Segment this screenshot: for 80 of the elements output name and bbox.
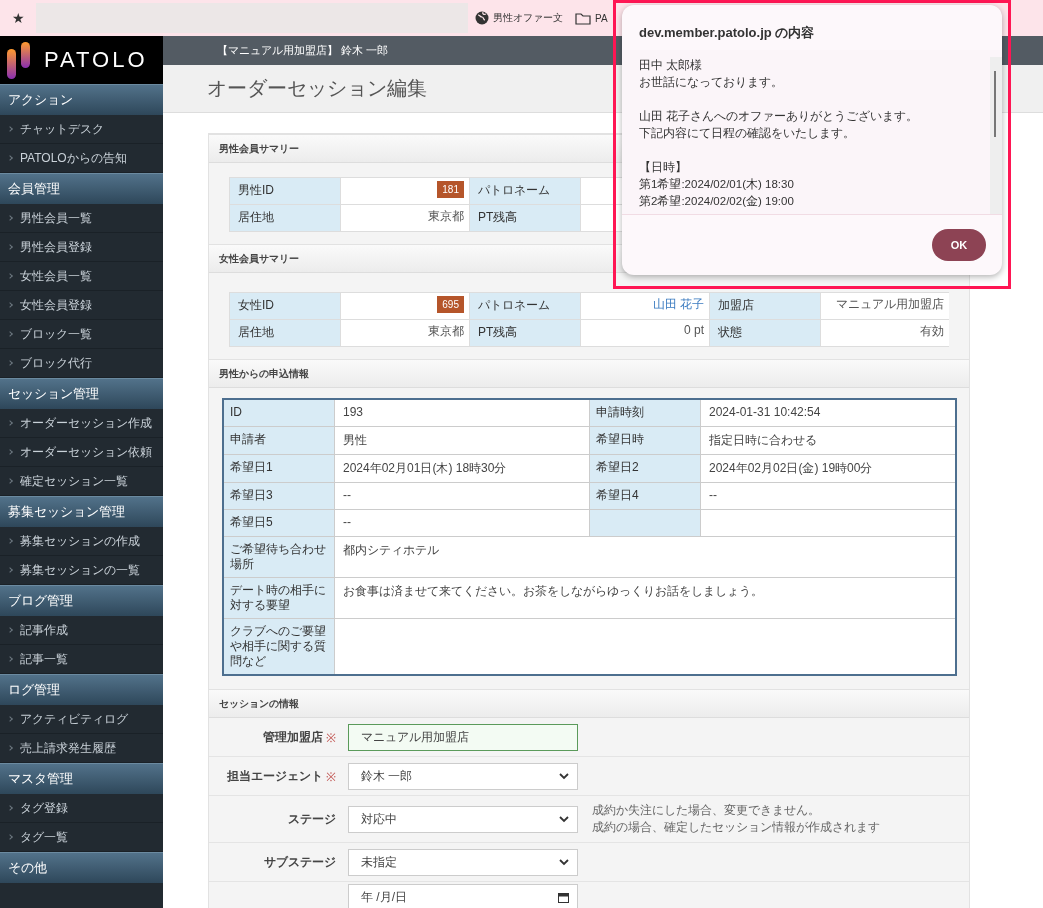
field-label: 管理加盟店 [263,728,323,746]
field-label: 申請者 [224,427,334,454]
bookmark[interactable]: PA [572,11,611,25]
help-text: 成約か失注にした場合、変更できません。 [592,802,821,819]
message-line: 【日時】 [639,160,688,175]
field-label: ご希望待ち合わせ場所 [224,537,334,577]
field-label: 希望日時 [590,427,700,454]
field-value: 2024年02月02日(金) 19時00分 [709,461,873,475]
field-value: 東京都 [428,324,464,338]
field-value: 都内シティホテル [343,543,439,557]
sidebar-section-header[interactable]: マスタ管理 [0,763,163,794]
field-label: 担当エージェント [227,767,323,785]
field-value: -- [343,515,351,529]
field-value: 193 [343,405,364,419]
chevron-down-icon [559,815,569,823]
bookmark[interactable]: 男性オファー文 [472,11,566,25]
select-field[interactable]: 鈴木 一郎 [348,762,578,790]
field-value: -- [709,488,717,502]
text-field[interactable]: マニュアル用加盟店 [348,723,578,751]
logo: PATOLO [0,36,163,84]
field-label: 申請時刻 [590,400,700,426]
field-value: 2024年02月01日(木) 18時30分 [343,461,507,475]
select-field[interactable]: 未指定 [348,848,578,876]
field-value: 2024-01-31 10:42:54 [709,405,821,419]
folder-icon [575,11,591,25]
required-mark: ※ [326,768,336,785]
field-label: 居住地 [230,205,340,231]
chevron-down-icon [559,858,569,866]
sidebar-section-header[interactable]: ブログ管理 [0,585,163,616]
field-value: マニュアル用加盟店 [836,297,944,311]
message-line: 第1希望:2024/02/01(木) 18:30 [639,177,795,192]
bookmark-star[interactable]: ★ [0,10,36,26]
field-label: ID [224,400,334,426]
field-label: 男性ID [230,178,340,204]
section-header: 男性からの申込情報 [209,359,969,388]
field-label: 希望日4 [590,483,700,509]
help-text: 成約の場合、確定したセッション情報が作成されます [592,819,880,836]
section-header: セッションの情報 [209,689,969,718]
field-label: クラブへのご要望や相手に関する質問など [224,619,334,674]
field-label: 希望日2 [590,455,700,482]
field-label: サブステージ [264,853,336,871]
field-label: 加盟店 [710,293,820,319]
field-value: 有効 [920,324,944,338]
message-line: お世話になっております。 [639,75,784,91]
field-label: 希望日1 [224,455,334,482]
message-line: 第2希望:2024/02/02(金) 19:00 [639,194,795,209]
field-label: 女性ID [230,293,340,319]
id-badge: 695 [437,296,464,313]
sidebar-section-header[interactable]: 会員管理 [0,173,163,204]
field-label: ステージ [288,810,336,828]
id-badge: 181 [437,181,464,198]
ok-button[interactable]: OK [932,229,986,261]
field-label: 居住地 [230,320,340,346]
field-label: PT残高 [470,205,580,231]
sidebar-section-header[interactable]: セッション管理 [0,378,163,409]
field-value: -- [343,488,351,502]
sidebar-section-header[interactable]: アクション [0,84,163,115]
globe-icon [475,11,489,25]
field-label: 希望日3 [224,483,334,509]
chevron-down-icon [559,772,569,780]
required-mark: ※ [326,729,336,746]
field-value: お食事は済ませて来てください。お茶をしながらゆっくりお話をしましょう。 [343,584,763,598]
scrollbar[interactable] [990,57,1002,214]
select-field[interactable]: 対応中 [348,805,578,833]
field-label: 希望日5 [224,510,334,536]
field-value: 指定日時に合わせる [709,433,817,447]
field-label: パトロネーム [470,178,580,204]
field-value: 東京都 [428,209,464,223]
sidebar-section-header[interactable]: 募集セッション管理 [0,496,163,527]
field-label: パトロネーム [470,293,580,319]
logo-mark-icon [6,41,32,79]
calendar-icon [558,892,569,903]
field-label: デート時の相手に対する要望 [224,578,334,618]
sidebar-section-header[interactable]: ログ管理 [0,674,163,705]
field-label: 状態 [710,320,820,346]
date-field[interactable]: 年 /月/日 [348,884,578,908]
field-label: PT残高 [470,320,580,346]
field-value: 男性 [343,433,367,447]
field-value: 0 pt [684,323,704,337]
sidebar-section-header[interactable]: その他 [0,852,163,883]
